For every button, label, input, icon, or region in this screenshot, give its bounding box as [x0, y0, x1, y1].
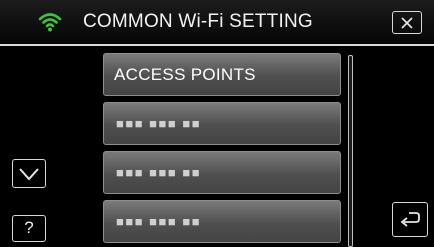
- list-item-access-point-2[interactable]: ■■■ ■■■ ■■: [103, 151, 341, 194]
- list-item-label: ■■■ ■■■ ■■: [116, 214, 202, 229]
- scrollbar[interactable]: [348, 55, 353, 247]
- close-button[interactable]: [392, 11, 422, 34]
- close-icon: [401, 16, 413, 29]
- access-points-button[interactable]: ACCESS POINTS: [103, 53, 341, 96]
- list-item-label: ■■■ ■■■ ■■: [116, 116, 202, 131]
- list-item-access-point-3[interactable]: ■■■ ■■■ ■■: [103, 200, 341, 243]
- header-divider: [0, 44, 434, 46]
- list-item-access-point-1[interactable]: ■■■ ■■■ ■■: [103, 102, 341, 145]
- scroll-down-button[interactable]: [12, 159, 46, 188]
- header-bar: COMMON Wi-Fi SETTING: [0, 0, 434, 44]
- return-arrow-icon: [400, 211, 420, 227]
- page-title: COMMON Wi-Fi SETTING: [83, 11, 313, 32]
- list-item-label: ACCESS POINTS: [114, 64, 256, 84]
- back-button[interactable]: [392, 202, 428, 237]
- help-button[interactable]: ?: [12, 215, 46, 242]
- chevron-down-icon: [19, 167, 39, 180]
- list-item-label: ■■■ ■■■ ■■: [116, 165, 202, 180]
- wifi-icon: [38, 13, 62, 32]
